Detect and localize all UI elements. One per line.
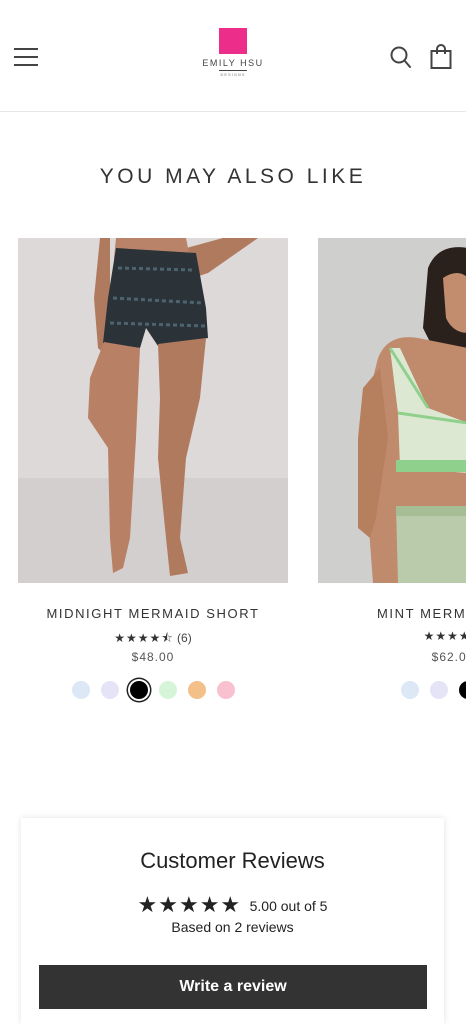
- product-image[interactable]: [18, 238, 288, 583]
- color-swatch[interactable]: [158, 681, 177, 699]
- product-rating: ★★★★★: [318, 629, 466, 643]
- color-swatch[interactable]: [458, 681, 466, 699]
- reviews-count: Based on 2 reviews: [171, 919, 294, 935]
- color-swatch[interactable]: [187, 681, 206, 699]
- average-score: 5.00 out of 5: [249, 897, 328, 914]
- reviews-summary: ★★★★★ 5.00 out of 5: [21, 893, 444, 918]
- color-swatch[interactable]: [429, 681, 448, 699]
- product-card[interactable]: MINT MERMAID TOP ★★★★★ $62.00: [318, 238, 466, 718]
- logo-divider: [219, 70, 247, 71]
- product-price: $62.00: [431, 650, 466, 664]
- section-title: YOU MAY ALSO LIKE: [99, 165, 367, 188]
- product-carousel[interactable]: MIDNIGHT MERMAID SHORT ★★★★⯪ (6) $48.00: [0, 238, 466, 718]
- logo-mark: [219, 28, 247, 54]
- site-header: EMILY HSU DESIGNS: [0, 0, 466, 112]
- reviews-heading: Customer Reviews: [140, 848, 325, 873]
- product-price: $48.00: [131, 650, 175, 664]
- write-review-button[interactable]: Write a review: [39, 965, 427, 1009]
- product-title[interactable]: MIDNIGHT MERMAID SHORT: [18, 606, 288, 621]
- rating-stars-icon: ★★★★★: [423, 629, 466, 643]
- logo-name: EMILY HSU: [202, 58, 264, 68]
- color-swatch[interactable]: [129, 681, 148, 699]
- color-swatch[interactable]: [216, 681, 235, 699]
- color-swatches: [318, 681, 466, 699]
- hamburger-menu-icon[interactable]: [14, 48, 38, 68]
- search-icon[interactable]: [390, 46, 412, 70]
- brand-logo[interactable]: EMILY HSU DESIGNS: [193, 28, 273, 84]
- product-title[interactable]: MINT MERMAID TOP: [318, 606, 466, 621]
- product-image[interactable]: [318, 238, 466, 583]
- color-swatch[interactable]: [400, 681, 419, 699]
- review-count: (6): [177, 631, 192, 645]
- color-swatches: [18, 681, 288, 699]
- customer-reviews-widget: Customer Reviews ★★★★★ 5.00 out of 5 Bas…: [21, 818, 444, 1024]
- rating-stars-icon: ★★★★★: [137, 893, 242, 918]
- color-swatch[interactable]: [71, 681, 90, 699]
- logo-subtitle: DESIGNS: [220, 72, 246, 77]
- rating-stars-icon: ★★★★⯪: [114, 631, 174, 645]
- product-card[interactable]: MIDNIGHT MERMAID SHORT ★★★★⯪ (6) $48.00: [18, 238, 288, 718]
- color-swatch[interactable]: [100, 681, 119, 699]
- shopping-bag-icon[interactable]: [430, 44, 452, 70]
- product-rating: ★★★★⯪ (6): [18, 629, 288, 650]
